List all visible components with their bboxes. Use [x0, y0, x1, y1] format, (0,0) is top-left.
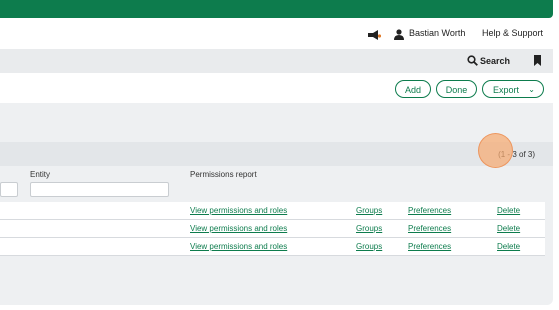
- groups-link[interactable]: Groups: [356, 206, 382, 215]
- preferences-link[interactable]: Preferences: [408, 206, 451, 215]
- column-header-entity: Entity: [30, 170, 51, 179]
- top-brand-bar: [0, 0, 553, 18]
- header-bar: Bastian Worth Help & Support: [0, 22, 553, 48]
- delete-link[interactable]: Delete: [497, 242, 520, 251]
- table-row: View permissions and roles Groups Prefer…: [0, 238, 545, 256]
- done-button[interactable]: Done: [436, 80, 477, 98]
- megaphone-icon[interactable]: [367, 30, 381, 40]
- table-row: View permissions and roles Groups Prefer…: [0, 220, 545, 238]
- entity-filter-input[interactable]: [30, 182, 169, 197]
- column-header-permissions-report: Permissions report: [190, 170, 257, 179]
- groups-link[interactable]: Groups: [356, 224, 382, 233]
- delete-link[interactable]: Delete: [497, 224, 520, 233]
- view-permissions-link[interactable]: View permissions and roles: [190, 224, 287, 233]
- help-support-link[interactable]: Help & Support: [482, 28, 543, 38]
- user-name-link[interactable]: Bastian Worth: [409, 28, 465, 38]
- table-row: View permissions and roles Groups Prefer…: [0, 202, 545, 220]
- bookmark-icon[interactable]: [533, 55, 542, 66]
- search-link[interactable]: Search: [480, 56, 510, 66]
- preferences-link[interactable]: Preferences: [408, 224, 451, 233]
- chevron-down-icon: ⌄: [528, 85, 535, 94]
- preferences-link[interactable]: Preferences: [408, 242, 451, 251]
- export-button[interactable]: Export ⌄: [482, 80, 544, 98]
- groups-link[interactable]: Groups: [356, 242, 382, 251]
- delete-link[interactable]: Delete: [497, 206, 520, 215]
- pager-bar: (1 - 3 of 3): [0, 142, 553, 166]
- sub-navigation-bar: Search: [0, 49, 553, 73]
- add-button[interactable]: Add: [395, 80, 431, 98]
- table-header-filters: Entity Permissions report: [0, 166, 553, 202]
- view-permissions-link[interactable]: View permissions and roles: [190, 242, 287, 251]
- search-icon[interactable]: [467, 55, 478, 66]
- data-table: View permissions and roles Groups Prefer…: [0, 202, 545, 256]
- user-icon: [394, 29, 404, 40]
- first-column-filter-input[interactable]: [0, 182, 18, 197]
- view-permissions-link[interactable]: View permissions and roles: [190, 206, 287, 215]
- export-label: Export: [493, 85, 520, 95]
- click-indicator: [478, 133, 513, 168]
